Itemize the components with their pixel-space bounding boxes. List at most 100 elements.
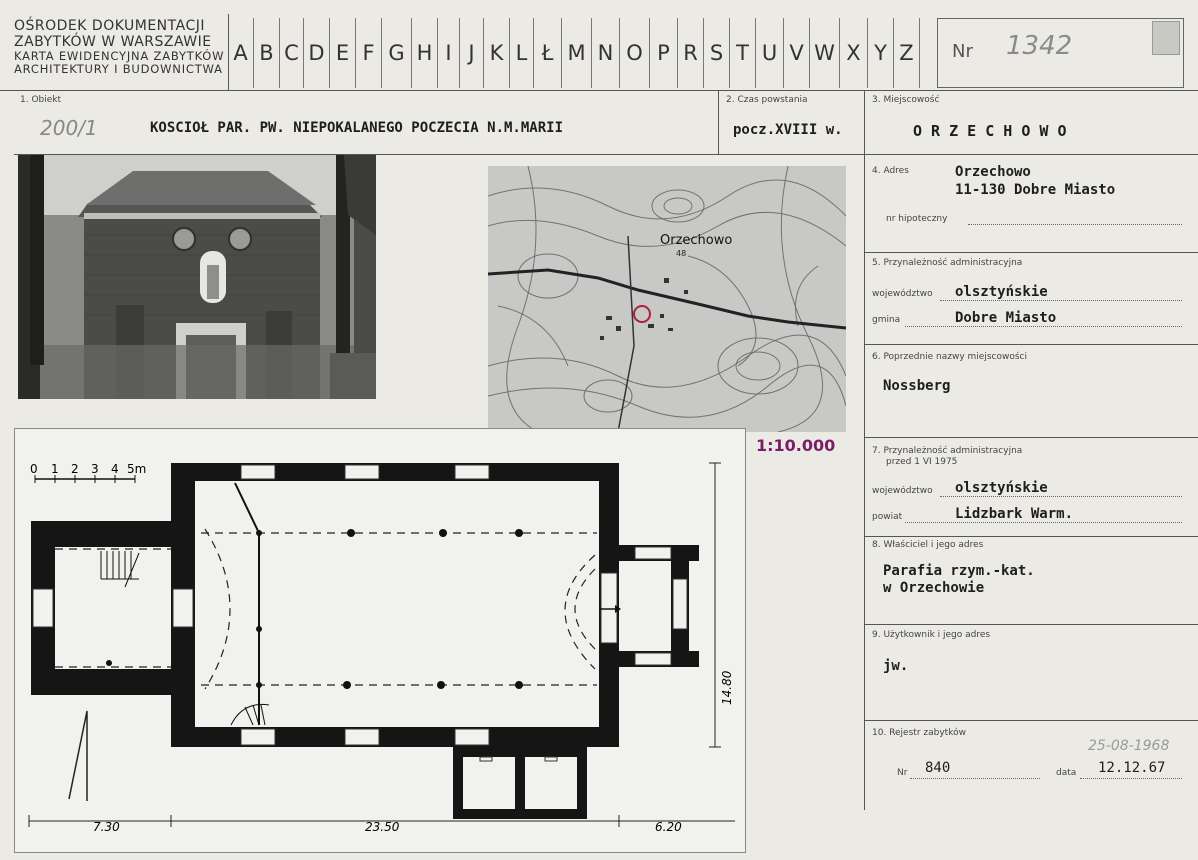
- adres-line-1: Orzechowo: [955, 164, 1031, 180]
- miejscowosc-value: O R Z E C H O W O: [913, 122, 1067, 140]
- czas-label: 2. Czas powstania: [726, 95, 808, 105]
- przynaleznosc-1975-label-1: 7. Przynależność administracyjna: [872, 446, 1023, 456]
- alphabet-letter-20: U: [756, 18, 784, 88]
- adres-line-2: 11-130 Dobre Miasto: [955, 182, 1116, 198]
- gallery-line: [234, 482, 260, 725]
- divider: [864, 344, 1198, 345]
- record-card: OŚRODEK DOKUMENTACJI ZABYTKÓW W WARSZAWI…: [0, 0, 1198, 860]
- wojewodztwo-1975-value: olsztyńskie: [955, 480, 1048, 496]
- nr-label: Nr: [952, 41, 973, 62]
- dimension-lines: [28, 462, 735, 827]
- alphabet-letter-9: J: [460, 18, 484, 88]
- scale-tick: 2: [71, 462, 79, 476]
- rejestr-handwritten-date: 25-08-1968: [1088, 738, 1170, 754]
- map-scale: 1:10.000: [756, 436, 836, 455]
- adres-label: 4. Adres: [872, 166, 909, 176]
- dim-right: 14.80: [720, 670, 734, 705]
- dim-bottom-left: 7.30: [93, 820, 120, 834]
- corner-tab: [1152, 21, 1180, 55]
- institution-block: OŚRODEK DOKUMENTACJI ZABYTKÓW W WARSZAWI…: [14, 18, 228, 88]
- divider: [718, 90, 719, 154]
- hipoteczny-label: nr hipoteczny: [886, 214, 948, 224]
- alphabet-letter-15: O: [620, 18, 650, 88]
- miejscowosc-label: 3. Miejscowość: [872, 95, 940, 105]
- obiekt-label: 1. Obiekt: [20, 95, 62, 105]
- divider: [864, 536, 1198, 537]
- institution-line-2: ZABYTKÓW W WARSZAWIE: [14, 34, 212, 50]
- scale-bar: 0 1 2 3 4 5m: [30, 462, 146, 483]
- divider: [0, 90, 1198, 91]
- institution-line-1: OŚRODEK DOKUMENTACJI: [14, 18, 205, 34]
- alphabet-letter-21: V: [784, 18, 810, 88]
- alphabet-letter-4: E: [330, 18, 356, 88]
- divider: [864, 90, 865, 810]
- rejestr-data-label: data: [1056, 768, 1077, 778]
- rejestr-nr-label: Nr: [897, 768, 908, 778]
- alphabet-letter-22: W: [810, 18, 840, 88]
- alphabet-letter-6: G: [382, 18, 412, 88]
- window-openings: [32, 464, 688, 762]
- dotted-field: [1080, 778, 1182, 779]
- scale-tick: 5m: [127, 462, 146, 476]
- alphabet-letter-18: S: [704, 18, 730, 88]
- przynaleznosc-label: 5. Przynależność administracyjna: [872, 258, 1023, 268]
- rejestr-label: 10. Rejestr zabytków: [872, 728, 966, 738]
- divider: [864, 437, 1198, 438]
- alphabet-letter-3: D: [304, 18, 330, 88]
- alphabet-index: ABCDEFGHIJKLŁMNOPRSTUVWXYZ: [228, 18, 920, 88]
- dotted-field: [905, 522, 1182, 523]
- institution-line-4: ARCHITEKTURY I BUDOWNICTWA: [14, 62, 223, 76]
- alphabet-letter-16: P: [650, 18, 678, 88]
- card-number-handwritten: 1342: [1006, 31, 1073, 61]
- wlasciciel-line-2: w Orzechowie: [883, 580, 985, 596]
- floor-plan: 0 1 2 3 4 5m 7.30 23.50 6.20 14.80: [14, 428, 746, 853]
- dotted-field: [910, 778, 1040, 779]
- dim-bottom-mid: 23.50: [365, 820, 400, 834]
- powiat-value: Lidzbark Warm.: [955, 506, 1074, 522]
- card-number-box: Nr 1342: [937, 18, 1184, 88]
- scale-tick: 0: [30, 462, 38, 476]
- dotted-field: [940, 300, 1182, 301]
- wlasciciel-line-1: Parafia rzym.-kat.: [883, 563, 1035, 579]
- scale-tick: 1: [51, 462, 59, 476]
- location-map: Orzechowo 48: [488, 166, 846, 432]
- pillars: [106, 529, 523, 689]
- scale-tick: 4: [111, 462, 119, 476]
- przynaleznosc-1975-label-2: przed 1 VI 1975: [886, 457, 958, 467]
- wlasciciel-label: 8. Właściciel i jego adres: [872, 540, 984, 550]
- divider: [864, 720, 1198, 721]
- wojewodztwo-label: województwo: [872, 289, 933, 299]
- map-place-label: Orzechowo: [660, 233, 732, 248]
- alphabet-letter-8: I: [438, 18, 460, 88]
- alphabet-letter-23: X: [840, 18, 868, 88]
- alphabet-letter-13: M: [562, 18, 592, 88]
- alphabet-letter-17: R: [678, 18, 704, 88]
- svg-text:48: 48: [676, 249, 686, 258]
- dotted-field: [905, 326, 1182, 327]
- obiekt-value: KOSCIOŁ PAR. PW. NIEPOKALANEGO POCZECIA …: [150, 120, 564, 136]
- wall-outlines: [31, 463, 699, 819]
- alphabet-letter-25: Z: [894, 18, 920, 88]
- alphabet-letter-11: L: [510, 18, 534, 88]
- powiat-label: powiat: [872, 512, 903, 522]
- scale-tick: 3: [91, 462, 99, 476]
- poprzednie-label: 6. Poprzednie nazwy miejscowości: [872, 352, 1027, 362]
- dotted-field: [940, 496, 1182, 497]
- alphabet-letter-24: Y: [868, 18, 894, 88]
- alphabet-letter-19: T: [730, 18, 756, 88]
- alphabet-letter-2: C: [280, 18, 304, 88]
- alphabet-letter-1: B: [254, 18, 280, 88]
- poprzednie-value: Nossberg: [883, 378, 951, 394]
- dotted-field: [968, 224, 1182, 225]
- alphabet-letter-7: H: [412, 18, 438, 88]
- dim-bottom-right: 6.20: [655, 820, 682, 834]
- rejestr-data-value: 12.12.67: [1098, 760, 1166, 776]
- church-photo: [18, 155, 376, 399]
- czas-value: pocz.XVIII w.: [733, 122, 843, 138]
- alphabet-letter-14: N: [592, 18, 620, 88]
- gmina-value: Dobre Miasto: [955, 310, 1057, 326]
- alphabet-letter-12: Ł: [534, 18, 562, 88]
- alphabet-letter-5: F: [356, 18, 382, 88]
- uzytkownik-label: 9. Użytkownik i jego adres: [872, 630, 991, 640]
- wojewodztwo-value: olsztyńskie: [955, 284, 1048, 300]
